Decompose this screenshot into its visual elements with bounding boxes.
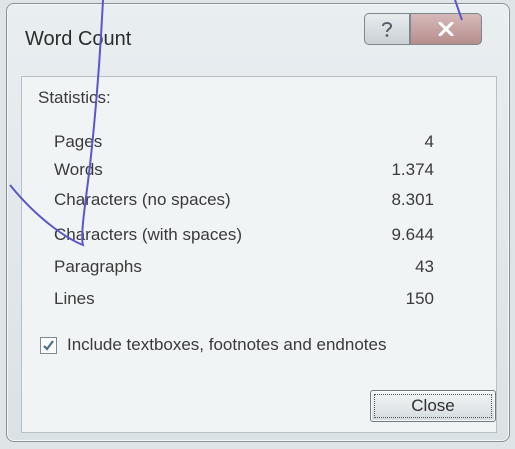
stat-value: 150 [405, 289, 434, 308]
checkmark-icon [43, 339, 54, 351]
stat-label: Characters (with spaces) [54, 225, 243, 244]
stat-label: Pages [54, 132, 103, 151]
stat-label: Lines [54, 289, 95, 308]
dialog-content: Statistics: Pages 4 Words 1.374 Characte… [21, 76, 497, 433]
word-count-dialog: Word Count Statistics: Pages 4 Words 1.3… [6, 3, 510, 442]
window-close-button[interactable] [410, 13, 482, 45]
stat-row-paragraphs: Paragraphs 43 [22, 257, 496, 283]
include-textboxes-checkbox[interactable] [40, 336, 57, 354]
stat-value: 1.374 [391, 160, 434, 179]
dialog-title: Word Count [25, 28, 132, 50]
stat-value: 8.301 [391, 190, 434, 209]
close-button[interactable]: Close [370, 390, 496, 422]
focus-rectangle [374, 394, 492, 418]
stat-label: Paragraphs [54, 257, 142, 276]
close-icon [438, 22, 454, 36]
stat-label: Words [54, 160, 103, 179]
stat-row-lines: Lines 150 [22, 289, 496, 315]
statistics-label: Statistics: [38, 88, 111, 107]
stat-value: 9.644 [391, 225, 434, 244]
title-bar: Word Count [7, 4, 509, 74]
stat-row-words: Words 1.374 [22, 160, 496, 186]
include-textboxes-option[interactable]: Include textboxes, footnotes and endnote… [40, 333, 386, 357]
include-textboxes-label: Include textboxes, footnotes and endnote… [67, 335, 387, 354]
help-icon [379, 20, 395, 38]
stat-row-pages: Pages 4 [22, 132, 496, 158]
stat-label: Characters (no spaces) [54, 190, 231, 209]
help-button[interactable] [364, 13, 410, 45]
stat-row-characters-no-spaces: Characters (no spaces) 8.301 [22, 190, 496, 216]
stat-row-characters-with-spaces: Characters (with spaces) 9.644 [22, 225, 496, 251]
stat-value: 43 [415, 257, 434, 276]
stat-value: 4 [424, 132, 434, 151]
